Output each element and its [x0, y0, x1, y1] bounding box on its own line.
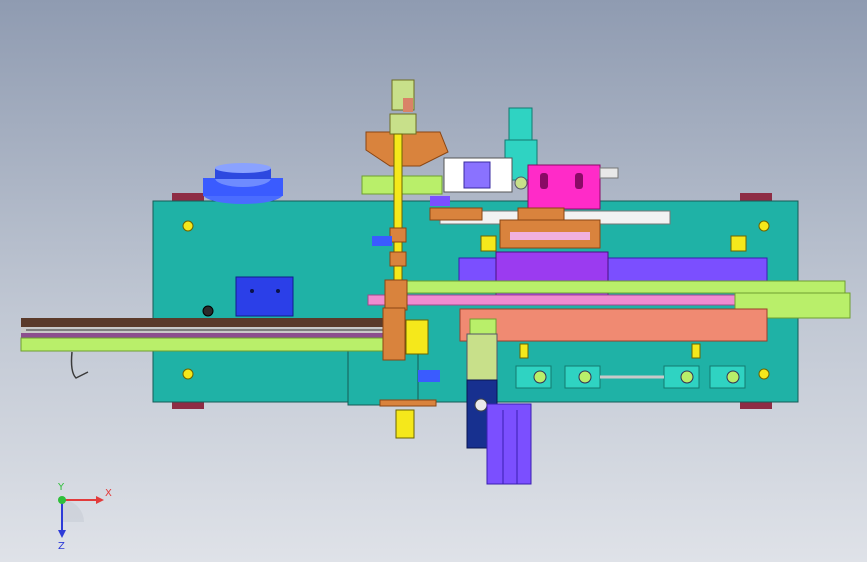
- orientation-triad: X Y Z: [57, 482, 112, 552]
- small-bolt: [691, 343, 701, 359]
- screw: [250, 289, 254, 293]
- copper-slider: [517, 207, 565, 221]
- mount-foot: [172, 193, 204, 201]
- rod-end: [578, 370, 592, 384]
- lower-clamp: [418, 370, 440, 382]
- machine-assembly-model[interactable]: [0, 0, 867, 562]
- salmon-pusher-block[interactable]: [459, 308, 768, 342]
- plate-hole: [202, 305, 214, 317]
- y-axis-label: Y: [57, 482, 65, 493]
- mount-foot: [740, 193, 772, 201]
- slot: [540, 173, 548, 189]
- copper-bracket[interactable]: [365, 131, 449, 167]
- lower-shaft: [395, 409, 415, 439]
- sensor-cable: [70, 351, 89, 379]
- rod-end: [533, 370, 547, 384]
- pulley: [514, 176, 528, 190]
- plate-bolt: [182, 368, 194, 380]
- magenta-block[interactable]: [527, 164, 601, 210]
- feed-rail-lime[interactable]: [20, 337, 392, 352]
- rod-end: [680, 370, 694, 384]
- copper-slider: [429, 207, 483, 221]
- cad-viewport[interactable]: X Y Z: [0, 0, 867, 562]
- fitting-body: [389, 113, 417, 135]
- lower-copper-plate: [379, 399, 437, 407]
- lime-guide-rail[interactable]: [404, 280, 846, 294]
- motor-cap-top: [215, 163, 271, 173]
- plate-bolt: [758, 220, 770, 232]
- pink-slide-rail[interactable]: [367, 294, 739, 306]
- screw: [276, 289, 280, 293]
- shaft-collar: [389, 251, 407, 267]
- small-bolt: [519, 343, 529, 359]
- cylinder-fitting: [474, 398, 488, 412]
- rail-strip: [21, 333, 391, 338]
- clamp-pad: [405, 319, 429, 355]
- triad-plane: [62, 500, 84, 522]
- sensor-column[interactable]: [508, 107, 533, 145]
- carriage-strip: [510, 232, 590, 240]
- y-axis-dot: [58, 496, 66, 504]
- blue-sensor-block[interactable]: [235, 276, 294, 317]
- plate-bolt: [182, 220, 194, 232]
- x-axis-arrow: [96, 496, 104, 504]
- z-axis-arrow: [58, 530, 66, 538]
- side-pin: [599, 167, 619, 179]
- purple-clip: [430, 196, 450, 206]
- z-axis-label: Z: [58, 541, 65, 552]
- rail-end-bracket: [384, 279, 408, 311]
- shaft-collar: [389, 227, 407, 243]
- nozzle-cone: [466, 333, 498, 383]
- yellow-stop: [730, 235, 747, 252]
- vertical-clamp[interactable]: [382, 307, 406, 361]
- purple-knob: [463, 161, 491, 189]
- x-axis-label: X: [105, 488, 112, 499]
- feed-rail-dark[interactable]: [21, 318, 391, 327]
- yellow-stop: [480, 235, 497, 252]
- purple-cylinder[interactable]: [486, 403, 532, 485]
- slot: [575, 173, 583, 189]
- rod-end: [726, 370, 740, 384]
- plate-bolt: [758, 368, 770, 380]
- fitting-ring: [403, 98, 413, 112]
- shaft-clamp: [372, 236, 392, 246]
